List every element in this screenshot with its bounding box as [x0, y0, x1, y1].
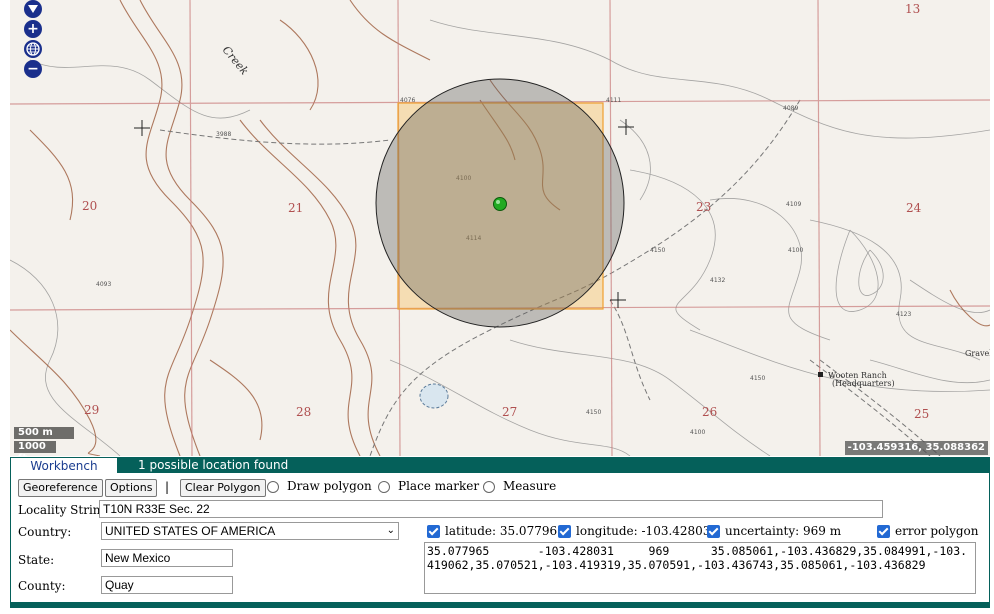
- feature-label: (Headquarters): [832, 379, 895, 388]
- section-number: 13: [905, 2, 920, 16]
- draw-polygon-radio[interactable]: [267, 481, 279, 493]
- topo-map: 13 20 21 23 24 29 28 27 26 25 Creek Woot…: [10, 0, 990, 456]
- workbench-tabbar: Workbench 1 possible location found: [10, 457, 990, 473]
- location-marker[interactable]: [493, 197, 507, 211]
- zoom-out-button[interactable]: −: [24, 60, 42, 78]
- zoom-in-button[interactable]: +: [24, 20, 42, 38]
- section-number: 26: [702, 405, 717, 419]
- tab-workbench[interactable]: Workbench: [10, 457, 118, 473]
- error-polygon-checkbox[interactable]: [877, 525, 890, 538]
- country-label: Country:: [18, 525, 72, 539]
- section-number: 27: [502, 405, 517, 419]
- building-icon: [818, 372, 823, 377]
- section-number: 29: [84, 403, 99, 417]
- measure-radio[interactable]: [483, 481, 495, 493]
- country-select[interactable]: UNITED STATES OF AMERICA ⌄: [101, 522, 399, 540]
- error-polygon-label: error polygon: [895, 524, 979, 538]
- elevation-label: 4100: [788, 247, 803, 254]
- locality-string-input[interactable]: T10N R33E Sec. 22: [99, 500, 883, 518]
- scale-bar-imperial: 1000 ft: [14, 441, 56, 456]
- country-select-value: UNITED STATES OF AMERICA: [105, 524, 276, 538]
- chevron-down-icon: ⌄: [386, 525, 395, 536]
- clear-polygon-button[interactable]: Clear Polygon: [180, 479, 266, 497]
- section-number: 21: [288, 201, 303, 215]
- map-controls: + −: [24, 0, 44, 80]
- section-number: 24: [906, 201, 922, 215]
- place-marker-radio[interactable]: [378, 481, 390, 493]
- elevation-label: 4109: [786, 201, 801, 208]
- toolbar-separator: |: [165, 480, 170, 494]
- elevation-label: 4111: [606, 97, 621, 104]
- map-view[interactable]: 13 20 21 23 24 29 28 27 26 25 Creek Woot…: [10, 0, 990, 456]
- workbench-panel: Georeference Options | Clear Polygon Dra…: [10, 473, 990, 608]
- elevation-label: 4150: [750, 375, 765, 382]
- section-number: 23: [696, 200, 711, 214]
- latitude-checkbox[interactable]: [427, 525, 440, 538]
- elevation-label: 4093: [96, 281, 111, 288]
- georeference-result-textarea[interactable]: 35.077965 -103.428031 969 35.085061,-103…: [424, 542, 976, 594]
- elevation-label: 3988: [216, 131, 231, 138]
- draw-polygon-label: Draw polygon: [287, 479, 372, 493]
- elevation-label: 4150: [650, 247, 665, 254]
- globe-icon[interactable]: [24, 40, 42, 58]
- elevation-label: 4132: [710, 277, 725, 284]
- pond: [419, 383, 449, 409]
- latitude-label: latitude: 35.077965: [445, 524, 565, 538]
- longitude-label: longitude: -103.428031: [576, 524, 719, 538]
- feature-label: Gravel: [965, 349, 990, 358]
- longitude-checkbox[interactable]: [558, 525, 571, 538]
- location-marker-highlight: [496, 200, 500, 204]
- uncertainty-checkbox[interactable]: [707, 525, 720, 538]
- options-button[interactable]: Options: [105, 479, 158, 497]
- georeference-button[interactable]: Georeference: [18, 479, 103, 497]
- chevron-down-icon[interactable]: [24, 0, 42, 18]
- measure-label: Measure: [503, 479, 557, 493]
- status-message: 1 possible location found: [138, 458, 289, 472]
- section-number: 20: [82, 199, 97, 213]
- county-label: County:: [18, 579, 66, 593]
- county-input[interactable]: Quay: [101, 576, 233, 594]
- elevation-label: 4100: [690, 429, 705, 436]
- section-number: 25: [914, 407, 929, 421]
- scale-bar-metric: 500 m: [14, 427, 74, 439]
- elevation-label: 4089: [783, 105, 798, 112]
- section-number: 28: [296, 405, 311, 419]
- place-marker-label: Place marker: [398, 479, 480, 493]
- elevation-label: 4150: [586, 409, 601, 416]
- state-input[interactable]: New Mexico: [101, 549, 233, 567]
- uncertainty-label: uncertainty: 969 m: [725, 524, 842, 538]
- elevation-label: 4123: [896, 311, 911, 318]
- state-label: State:: [18, 553, 55, 567]
- cursor-coordinates: -103.459316, 35.088362: [844, 441, 988, 455]
